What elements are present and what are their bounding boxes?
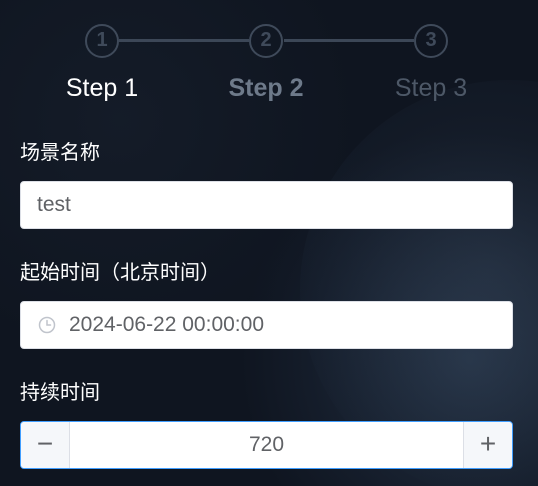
duration-stepper: − 720 + <box>20 421 513 469</box>
decrement-button[interactable]: − <box>21 422 70 468</box>
step-2-label: Step 2 <box>228 74 304 102</box>
scene-name-input[interactable]: test <box>20 181 513 229</box>
step-connector <box>284 39 414 42</box>
scene-name-label: 场景名称 <box>20 142 100 164</box>
duration-input[interactable]: 720 <box>70 422 463 468</box>
step-1-label: Step 1 <box>65 74 139 102</box>
step-1-circle: 1 <box>85 24 119 58</box>
increment-button[interactable]: + <box>463 422 512 468</box>
step-2-circle: 2 <box>249 24 283 58</box>
step-3-circle: 3 <box>414 24 448 58</box>
clock-icon <box>38 316 56 334</box>
steps-indicator: 1 2 3 Step 1 Step 2 Step 3 <box>0 22 538 112</box>
step-3-label: Step 3 <box>394 74 468 102</box>
step-connector <box>119 39 249 42</box>
start-time-picker[interactable]: 2024-06-22 00:00:00 <box>20 301 513 349</box>
start-time-value: 2024-06-22 00:00:00 <box>69 313 264 336</box>
start-time-label: 起始时间（北京时间） <box>20 262 220 284</box>
scene-form-panel: 1 2 3 Step 1 Step 2 Step 3 场景名称 test 起始时… <box>0 0 538 486</box>
duration-label: 持续时间 <box>20 382 100 404</box>
